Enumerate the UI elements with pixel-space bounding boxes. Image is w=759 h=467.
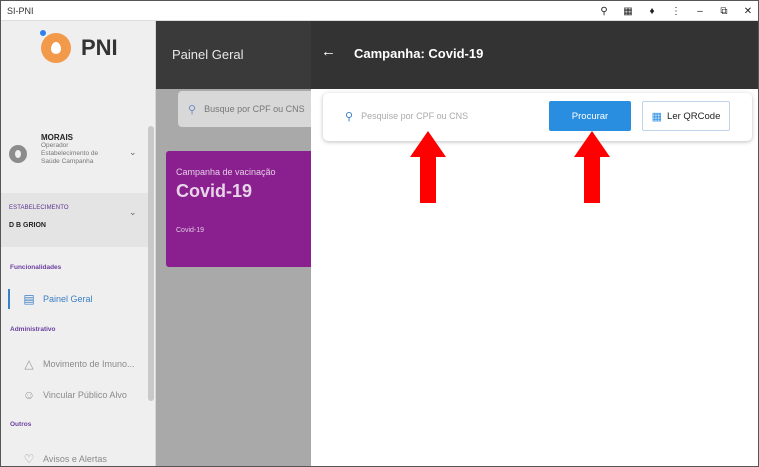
qr-code-icon: ▦	[651, 110, 663, 123]
red-arrow-annotation	[410, 131, 446, 203]
sidebar-item-label: Vincular Público Alvo	[43, 390, 127, 400]
flask-icon: △	[24, 357, 34, 371]
section-funcionalidades: Funcionalidades	[10, 264, 62, 271]
restore-button[interactable]: ⧉	[712, 6, 736, 17]
qr-code-button-label: Ler QRCode	[667, 110, 721, 122]
panel-header: ← Campanha: Covid-19	[311, 21, 758, 89]
chevron-down-icon[interactable]: ⌄	[129, 207, 137, 218]
puzzle-icon[interactable]: ♦	[640, 6, 664, 17]
sidebar-item-vincular[interactable]: ☺ Vincular Público Alvo	[1, 383, 148, 407]
window-controls: ⚲ ▦ ♦ ⋮ – ⧉ ✕	[592, 1, 758, 21]
search-field[interactable]: ⚲	[333, 101, 549, 131]
campaign-card[interactable]: Campanha de vacinação Covid-19 Covid-19	[166, 151, 314, 267]
search-button[interactable]: Procurar	[549, 101, 631, 131]
campaign-card-tag: Covid-19	[176, 227, 205, 234]
page-title: Painel Geral	[172, 47, 244, 62]
search-input[interactable]	[361, 111, 542, 121]
minimize-button[interactable]: –	[688, 6, 712, 17]
extension-icon[interactable]: ▦	[616, 6, 640, 17]
user-name: MORAIS	[41, 133, 73, 142]
user-role-line: Operador	[41, 142, 69, 149]
sidebar-scrollbar[interactable]	[148, 126, 154, 401]
red-arrow-annotation	[574, 131, 610, 203]
pni-logo: PNI	[38, 28, 118, 63]
more-icon[interactable]: ⋮	[664, 6, 688, 17]
main-search-box[interactable]: ⚲ Busque por CPF ou CNS	[178, 91, 318, 127]
monitor-icon: ▤	[23, 292, 35, 306]
search-icon: ⚲	[345, 110, 354, 123]
section-administrativo: Administrativo	[10, 326, 56, 333]
main-header: Painel Geral	[156, 21, 311, 89]
user-info: MORAIS Operador Estabelecimento de Saúde…	[41, 133, 98, 183]
campaign-card-title: Covid-19	[176, 181, 253, 201]
bell-icon: ♡	[23, 452, 35, 466]
search-card: ⚲ Procurar ▦ Ler QRCode	[323, 93, 752, 141]
sidebar-item-avisos[interactable]: ♡ Avisos e Alertas	[1, 447, 148, 466]
sidebar-item-label: Avisos e Alertas	[43, 454, 107, 464]
panel-title: Campanha: Covid-19	[354, 46, 484, 61]
sidebar-item-label: Painel Geral	[43, 294, 93, 304]
key-icon[interactable]: ⚲	[592, 6, 616, 17]
sidebar-item-painel-geral[interactable]: ▤ Painel Geral	[1, 287, 148, 311]
avatar	[9, 145, 27, 163]
user-role-line: Saúde Campanha	[41, 158, 94, 165]
close-button[interactable]: ✕	[736, 6, 758, 17]
establishment-value: D B GRION	[9, 222, 46, 229]
window-titlebar: SI-PNI ⚲ ▦ ♦ ⋮ – ⧉ ✕	[1, 1, 758, 21]
establishment-selector[interactable]: ESTABELECIMENTO D B GRION ⌄	[1, 193, 148, 247]
campaign-panel: ← Campanha: Covid-19 ⚲ Procurar ▦ Ler QR…	[311, 21, 758, 466]
chevron-down-icon[interactable]: ⌄	[129, 147, 137, 158]
search-icon: ⚲	[188, 103, 197, 116]
section-outros: Outros	[10, 421, 32, 428]
main-overlay	[156, 89, 311, 466]
sidebar: PNI MORAIS Operador Estabelecimento de S…	[1, 21, 156, 466]
back-arrow-icon[interactable]: ←	[321, 43, 336, 60]
qr-code-button[interactable]: ▦ Ler QRCode	[642, 101, 730, 131]
app-window: SI-PNI ⚲ ▦ ♦ ⋮ – ⧉ ✕ PNI MORAIS Operador…	[0, 0, 759, 467]
user-role-line: Estabelecimento de	[41, 150, 99, 157]
campaign-card-subtitle: Campanha de vacinação	[176, 167, 276, 177]
user-profile[interactable]: MORAIS Operador Estabelecimento de Saúde…	[9, 133, 141, 183]
establishment-label: ESTABELECIMENTO	[9, 205, 69, 211]
logo-drop-icon	[38, 28, 71, 63]
window-title: SI-PNI	[7, 5, 34, 16]
main-search-placeholder: Busque por CPF ou CNS	[204, 104, 305, 114]
logo-text: PNI	[81, 35, 118, 60]
user-icon: ☺	[22, 388, 36, 402]
sidebar-item-movimento[interactable]: △ Movimento de Imuno...	[1, 352, 148, 376]
sidebar-item-label: Movimento de Imuno...	[43, 359, 135, 369]
